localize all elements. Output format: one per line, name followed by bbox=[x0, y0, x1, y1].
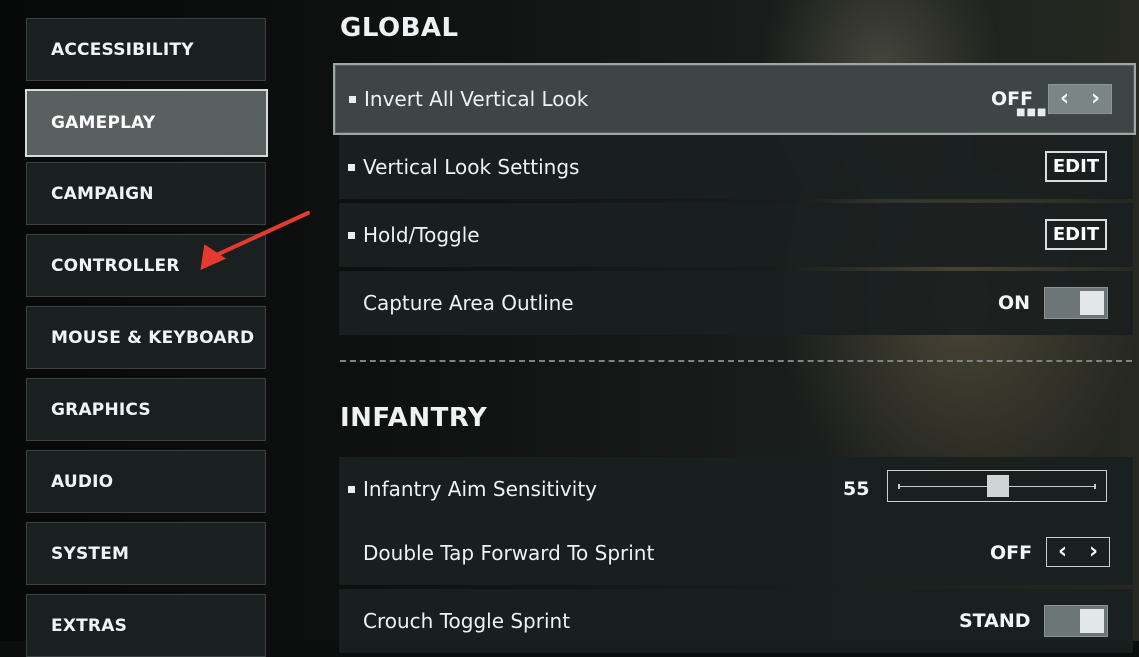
chevron-right-icon[interactable]: › bbox=[1091, 88, 1100, 110]
sidebar-item-accessibility[interactable]: ACCESSIBILITY bbox=[26, 18, 266, 81]
sidebar-item-label: SYSTEM bbox=[51, 543, 130, 564]
slider-thumb[interactable] bbox=[987, 475, 1009, 497]
section-divider bbox=[340, 360, 1132, 362]
value-selector[interactable]: ‹ › bbox=[1048, 84, 1112, 114]
setting-value: STAND bbox=[959, 610, 1031, 632]
sidebar-item-mouse-keyboard[interactable]: MOUSE & KEYBOARD bbox=[26, 306, 266, 369]
bullet-icon bbox=[349, 95, 356, 103]
toggle-switch[interactable] bbox=[1044, 605, 1108, 637]
sidebar-item-label: CONTROLLER bbox=[51, 255, 180, 276]
setting-label: Capture Area Outline bbox=[363, 291, 574, 315]
more-dots-icon: ■■■ bbox=[1016, 107, 1048, 118]
sidebar-item-gameplay[interactable]: GAMEPLAY bbox=[25, 89, 268, 157]
bullet-icon bbox=[348, 231, 355, 239]
setting-value: OFF bbox=[990, 542, 1033, 564]
red-arrow-annotation-icon bbox=[200, 211, 310, 270]
chevron-left-icon[interactable]: ‹ bbox=[1060, 88, 1069, 110]
value-selector[interactable]: ‹ › bbox=[1046, 537, 1110, 567]
toggle-switch[interactable] bbox=[1044, 287, 1108, 319]
setting-label: Hold/Toggle bbox=[363, 223, 480, 247]
chevron-left-icon[interactable]: ‹ bbox=[1058, 541, 1067, 563]
setting-row-double-tap-sprint[interactable]: Double Tap Forward To Sprint OFF ‹ › bbox=[339, 521, 1133, 585]
slider-value: 55 bbox=[843, 478, 870, 500]
sidebar-item-audio[interactable]: AUDIO bbox=[26, 450, 266, 513]
setting-row-hold-toggle[interactable]: Hold/Toggle EDIT bbox=[339, 203, 1133, 267]
sensitivity-slider[interactable] bbox=[887, 470, 1107, 502]
setting-label: Double Tap Forward To Sprint bbox=[363, 541, 655, 565]
setting-label: Crouch Toggle Sprint bbox=[363, 609, 571, 633]
setting-value: ON bbox=[998, 292, 1031, 314]
chevron-right-icon[interactable]: › bbox=[1089, 541, 1098, 563]
sidebar-item-label: ACCESSIBILITY bbox=[51, 39, 194, 60]
sidebar-item-label: GAMEPLAY bbox=[51, 113, 156, 133]
edit-button[interactable]: EDIT bbox=[1045, 219, 1107, 250]
sidebar-item-label: CAMPAIGN bbox=[51, 183, 154, 204]
setting-row-infantry-aim-sensitivity[interactable]: Infantry Aim Sensitivity 55 bbox=[339, 457, 1133, 521]
toggle-knob bbox=[1080, 609, 1104, 633]
sidebar-item-label: EXTRAS bbox=[51, 615, 128, 636]
slider-tick bbox=[898, 484, 900, 489]
section-title-infantry: INFANTRY bbox=[340, 403, 488, 433]
setting-row-crouch-toggle-sprint[interactable]: Crouch Toggle Sprint STAND bbox=[339, 589, 1133, 653]
sidebar-item-label: AUDIO bbox=[51, 471, 114, 492]
bullet-icon bbox=[348, 163, 355, 171]
sidebar-item-system[interactable]: SYSTEM bbox=[26, 522, 266, 585]
setting-row-vertical-look-settings[interactable]: Vertical Look Settings EDIT bbox=[339, 135, 1133, 199]
sidebar-item-label: GRAPHICS bbox=[51, 399, 151, 420]
setting-label: Vertical Look Settings bbox=[363, 155, 580, 179]
slider-tick bbox=[1094, 484, 1096, 489]
sidebar-item-graphics[interactable]: GRAPHICS bbox=[26, 378, 266, 441]
section-title-global: GLOBAL bbox=[340, 13, 459, 43]
edit-button[interactable]: EDIT bbox=[1045, 151, 1107, 182]
sidebar-item-label: MOUSE & KEYBOARD bbox=[51, 327, 255, 348]
setting-label: Infantry Aim Sensitivity bbox=[363, 477, 598, 501]
setting-row-invert-vertical-look[interactable]: Invert All Vertical Look OFF ■■■ ‹ › bbox=[333, 63, 1136, 135]
setting-row-capture-area-outline[interactable]: Capture Area Outline ON bbox=[339, 271, 1133, 335]
setting-label: Invert All Vertical Look bbox=[364, 87, 589, 111]
sidebar-item-extras[interactable]: EXTRAS bbox=[26, 594, 266, 657]
bullet-icon bbox=[348, 485, 355, 493]
toggle-knob bbox=[1080, 291, 1104, 315]
